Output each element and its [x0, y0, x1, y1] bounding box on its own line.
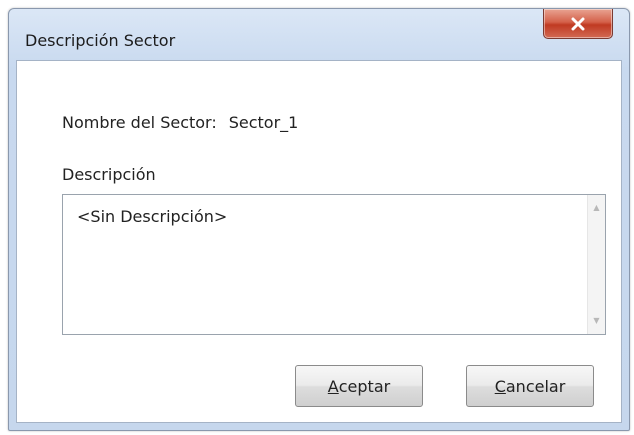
description-label: Descripción: [62, 165, 156, 184]
cancel-mnemonic: C: [494, 376, 506, 396]
title-bar: Descripción Sector: [9, 9, 629, 59]
scroll-up-arrow-icon[interactable]: ▲: [588, 199, 605, 217]
cancel-button[interactable]: Cancelar: [466, 365, 594, 407]
close-button[interactable]: [543, 9, 613, 39]
accept-mnemonic: A: [327, 376, 339, 396]
sector-name-row: Nombre del Sector: Sector_1: [62, 113, 298, 132]
vertical-scrollbar[interactable]: ▲ ▼: [587, 195, 605, 334]
accept-button[interactable]: Aceptar: [295, 365, 423, 407]
cancel-label: ancelar: [505, 376, 566, 396]
dialog-window: Descripción Sector Nombre del Sector: Sec…: [8, 8, 630, 431]
dialog-body: Nombre del Sector: Sector_1 Descripción <…: [16, 60, 622, 423]
description-text: <Sin Descripción>: [77, 207, 228, 226]
window-title: Descripción Sector: [25, 31, 176, 50]
sector-name-label: Nombre del Sector:: [62, 113, 217, 132]
description-textarea[interactable]: <Sin Descripción> ▲ ▼: [62, 194, 606, 335]
scroll-down-arrow-icon[interactable]: ▼: [588, 312, 605, 330]
accept-label: ceptar: [338, 376, 391, 396]
sector-name-value: Sector_1: [228, 113, 299, 132]
close-icon: [570, 17, 586, 31]
